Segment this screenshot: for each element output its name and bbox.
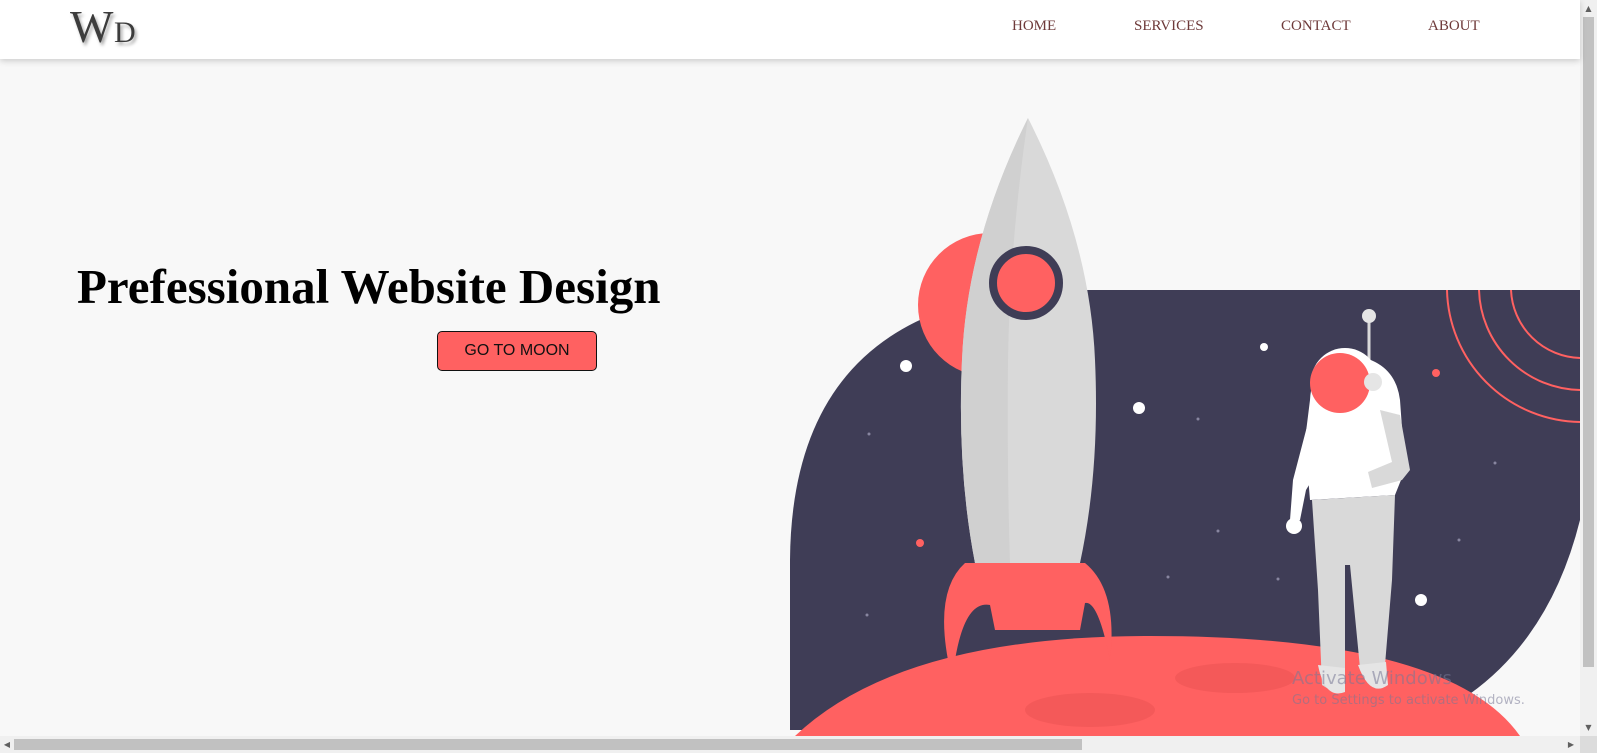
horizontal-scroll-thumb[interactable] [14,739,1082,750]
scroll-down-icon[interactable]: ▼ [1580,719,1597,736]
page: W D HOME SERVICES CONTACT ABOUT Prefessi… [0,0,1597,753]
nav-services-link[interactable]: SERVICES [1134,18,1204,35]
scroll-up-icon[interactable]: ▲ [1580,0,1597,17]
scrollbar-corner [1580,736,1597,753]
vertical-scrollbar[interactable]: ▲ ▼ [1580,0,1597,753]
horizontal-scrollbar[interactable]: ◀ ▶ [0,736,1580,753]
scroll-left-icon[interactable]: ◀ [0,736,14,753]
nav-contact-link[interactable]: CONTACT [1281,18,1351,35]
nav-home-link[interactable]: HOME [1012,18,1056,35]
vertical-scroll-thumb[interactable] [1583,17,1594,667]
go-to-moon-button[interactable]: GO TO MOON [437,331,597,371]
hero-illustration [790,118,1581,736]
navbar: W D HOME SERVICES CONTACT ABOUT [0,0,1580,59]
hero-title: Prefessional Website Design [77,259,661,314]
rocket-window [989,246,1063,320]
nav-about-link[interactable]: ABOUT [1428,18,1480,35]
scroll-right-icon[interactable]: ▶ [1564,736,1578,753]
nav-links: HOME SERVICES CONTACT ABOUT [0,18,1580,38]
